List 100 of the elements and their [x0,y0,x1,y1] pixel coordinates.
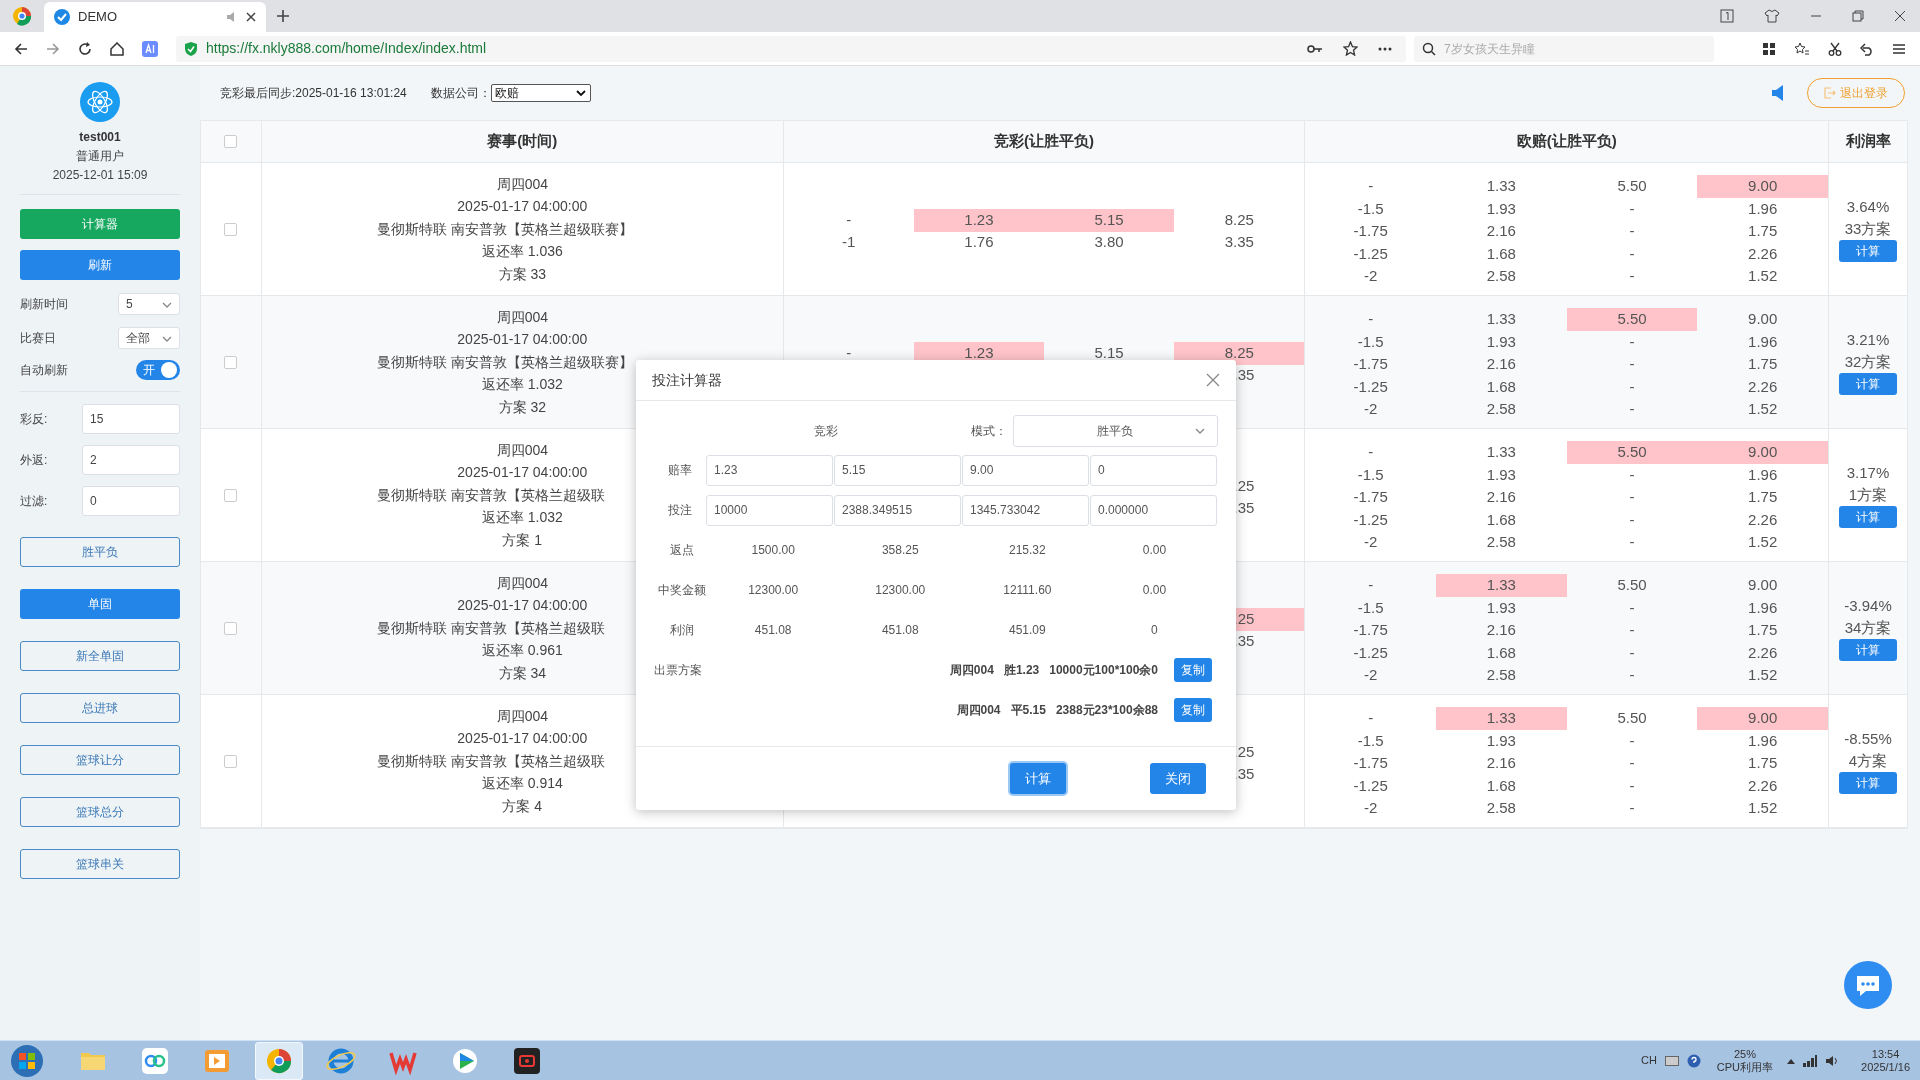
calculate-button[interactable]: 计算 [1839,373,1897,395]
copy-button[interactable]: 复制 [1174,698,1212,722]
calculate-button[interactable]: 计算 [1839,240,1897,262]
input-field[interactable]: 2 [82,445,180,475]
checkbox[interactable] [224,135,238,148]
input-field[interactable]: 9.00 [962,454,1089,486]
back-icon[interactable] [14,41,28,56]
signal-icon[interactable] [1803,1054,1818,1067]
chat-icon[interactable] [1844,961,1892,1009]
favorites-icon[interactable] [1794,41,1810,56]
mode-label: 模式： [970,423,1007,440]
mode-select[interactable]: 胜平负 [1012,415,1218,447]
odds-cell-text: - [1628,487,1636,508]
input-field[interactable]: 10000 [706,494,833,526]
input-field[interactable]: 2388.349515 [834,494,961,526]
checkbox[interactable] [224,754,238,768]
help-icon[interactable] [1686,1053,1701,1068]
odds-cell-text: 2.26 [1747,642,1779,663]
odds-cell-text: -2 [1363,797,1379,818]
odds-cell-text: 1.96 [1747,730,1779,751]
calculate-button[interactable]: 计算 [1839,639,1897,661]
taskbar-app[interactable] [255,1041,303,1080]
checkbox[interactable] [224,488,238,502]
input-field[interactable]: 0 [1090,454,1217,486]
volume-icon[interactable] [1825,1054,1840,1067]
more-icon[interactable] [1378,46,1392,51]
tab-count-icon[interactable] [1720,9,1734,23]
shirt-icon[interactable] [1764,9,1780,23]
search-field[interactable]: 7岁女孩天生异瞳 [1444,39,1694,58]
input-language[interactable]: CH [1640,1052,1657,1069]
new-tab-icon[interactable] [276,9,290,23]
mode-button[interactable]: 单固 [20,589,180,619]
company-select[interactable]: 欧赔 [490,84,591,102]
input-field[interactable]: 1345.733042 [962,494,1089,526]
home-icon[interactable] [110,41,124,56]
plan-count: 方案 34 [498,663,547,683]
select-field[interactable]: 全部 [118,327,180,349]
clock-time[interactable]: 13:54 [1871,1047,1900,1061]
browser-tab[interactable]: DEMO [44,2,266,32]
tray-expand-icon[interactable] [1787,1057,1796,1064]
mode-button[interactable]: 总进球 [20,693,180,723]
plan-count: 1方案 [1848,485,1888,505]
calculate-button[interactable]: 计算 [1839,772,1897,794]
odds-cell: 9.00 [1697,441,1829,464]
close-icon[interactable] [246,12,256,22]
reload-icon[interactable] [78,41,92,56]
input-field[interactable]: 5.15 [834,454,961,486]
odds-cell-text: 9.00 [1747,309,1779,330]
calculate-button[interactable]: 计算 [1839,506,1897,528]
odds-cell-text: - [1628,664,1636,685]
refresh-button[interactable]: 刷新 [20,250,180,280]
restore-icon[interactable] [1852,10,1864,22]
copy-button[interactable]: 复制 [1174,658,1212,682]
return-rate: 返还率 1.032 [481,375,563,395]
input-field[interactable]: 0 [82,486,180,516]
grid-icon[interactable] [1762,41,1776,56]
odds-cell: 5.15 [1044,209,1175,232]
plan-match: 周四004 [956,702,1001,719]
clock-date[interactable]: 2025/1/16 [1861,1060,1910,1074]
odds-cell-text: 1.52 [1747,797,1779,818]
close-icon[interactable] [1894,10,1906,22]
odds-cell-text: .35 [1232,498,1256,518]
event-code: 周四004 [496,706,548,726]
mode-button[interactable]: 篮球总分 [20,797,180,827]
key-icon[interactable] [1307,43,1323,54]
cpu-percent: 25% [1733,1047,1756,1061]
menu-icon[interactable] [1892,42,1906,55]
checkbox[interactable] [224,222,238,236]
checkbox[interactable] [224,621,238,635]
forward-icon[interactable] [46,41,60,56]
mode-button[interactable]: 新全单固 [20,641,180,671]
mode-button[interactable]: 篮球让分 [20,745,180,775]
select-field[interactable]: 5 [118,293,180,315]
input-field[interactable]: 1.23 [706,454,833,486]
input-field[interactable]: 15 [82,404,180,434]
browser-logo-icon[interactable] [12,6,32,26]
odds-cell-text: - [1628,376,1636,397]
calculate-button[interactable]: 计算 [1010,763,1066,794]
start-icon[interactable] [10,1043,44,1078]
search-box[interactable]: 7岁女孩天生异瞳 [1414,35,1714,62]
scissors-icon[interactable] [1828,41,1842,56]
close-button[interactable]: 关闭 [1150,763,1206,794]
odds-cell-text: 3.80 [1093,232,1125,252]
odds-cell-text: 1.52 [1747,265,1779,286]
checkbox[interactable] [224,355,238,369]
star-icon[interactable] [1343,41,1358,56]
toggle-switch[interactable]: 开 [136,360,180,380]
odds-cell-text: .35 [1232,631,1256,651]
profit-rate: 3.64% [1846,197,1890,217]
mode-button[interactable]: 胜平负 [20,537,180,567]
input-field[interactable]: 0.000000 [1090,494,1217,526]
odds-cell-text: 5.50 [1616,575,1648,596]
odds-cell-text: 1.33 [1485,176,1517,197]
odds-cell-text: - [1628,265,1636,286]
mode-button[interactable]: 篮球串关 [20,849,180,879]
odds-cell-text: - [1628,243,1636,264]
undo-icon[interactable] [1860,41,1874,56]
keyboard-icon[interactable] [1664,1055,1679,1066]
ai-icon[interactable] [142,40,158,57]
calculator-button[interactable]: 计算器 [20,209,180,239]
